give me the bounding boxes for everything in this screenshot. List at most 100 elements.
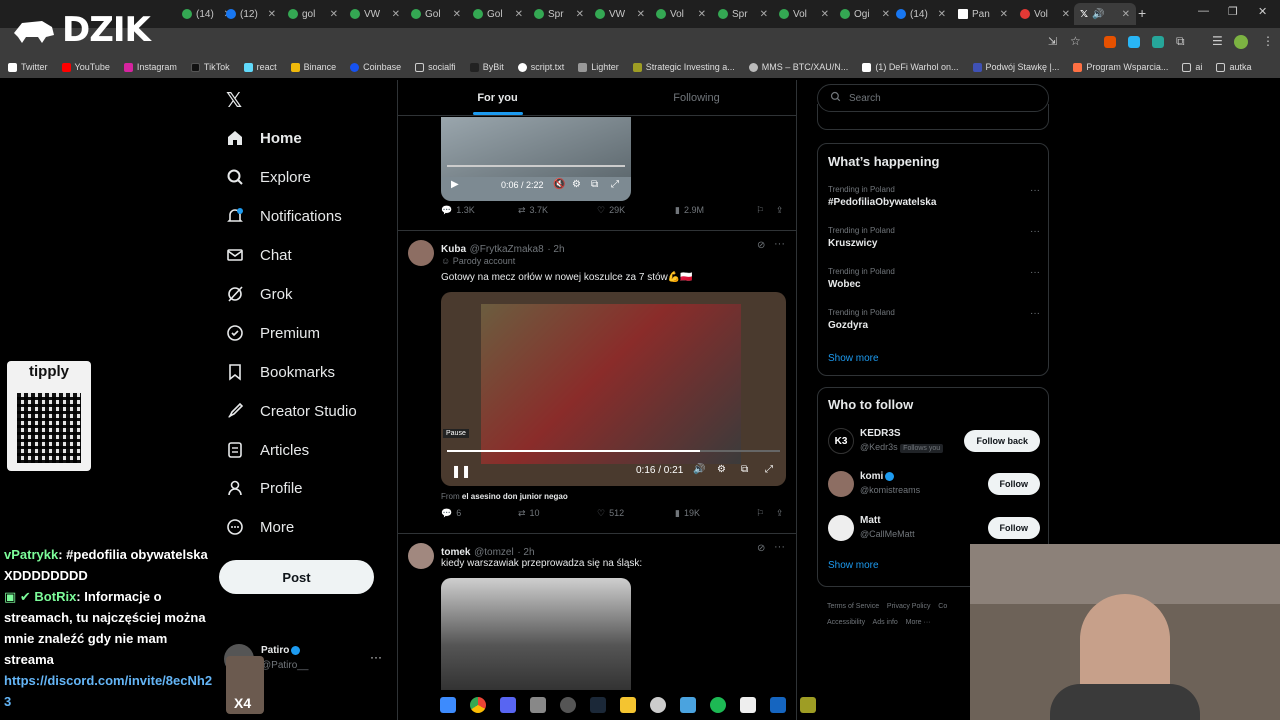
browser-tab[interactable]: (12) ✕ <box>220 3 282 25</box>
close-icon[interactable]: ✕ <box>1000 9 1008 20</box>
edge-icon[interactable] <box>650 697 666 713</box>
pip-icon[interactable]: ⧉ <box>741 464 748 475</box>
browser-tab-active[interactable]: 𝕏 🔊 ✕ <box>1074 3 1136 25</box>
nav-item-profile[interactable]: Profile <box>226 473 303 503</box>
minimize-icon[interactable]: — <box>1198 5 1209 17</box>
account-menu-icon[interactable]: ··· <box>370 650 382 664</box>
browser-tab[interactable]: VW ✕ <box>589 3 651 25</box>
app-icon[interactable] <box>800 697 816 713</box>
nav-item-explore[interactable]: Explore <box>226 162 311 192</box>
post-author-name[interactable]: Kuba <box>441 244 466 255</box>
browser-tab[interactable]: Gol ✕ <box>405 3 467 25</box>
bookmark-folder[interactable]: socialfi <box>415 62 456 72</box>
trend-item[interactable]: Trending in Poland Gozdyra ··· <box>828 308 1040 331</box>
discord-icon[interactable] <box>500 697 516 713</box>
like-button[interactable]: ♡ 29K <box>597 205 625 216</box>
browser-tab[interactable]: gol ✕ <box>282 3 344 25</box>
post-menu-icon[interactable]: ··· <box>774 541 785 553</box>
show-more-link[interactable]: Show more <box>828 353 879 364</box>
trend-item[interactable]: Trending in Poland Wobec ··· <box>828 267 1040 290</box>
nav-item-articles[interactable]: Articles <box>226 435 309 465</box>
close-icon[interactable]: ✕ <box>392 9 400 20</box>
bookmark-item[interactable]: TikTok <box>190 62 230 72</box>
browser-tab[interactable]: Gol ✕ <box>467 3 529 25</box>
bookmark-item[interactable]: (1) DeFi Warhol on... <box>862 62 959 72</box>
video-progress-bar[interactable] <box>447 165 625 167</box>
follow-back-button[interactable]: Follow back <box>964 430 1040 452</box>
trend-item[interactable]: Trending in Poland Kruszwicy ··· <box>828 226 1040 249</box>
app-icon[interactable] <box>680 697 696 713</box>
bookmark-item[interactable]: Twitter <box>8 62 48 72</box>
nav-item-more[interactable]: More <box>226 512 294 542</box>
speaker-icon[interactable]: 🔊 <box>1092 9 1104 20</box>
kebab-menu-icon[interactable]: ⋮ <box>1262 34 1274 48</box>
nav-item-notifications[interactable]: Notifications <box>226 201 342 231</box>
nav-item-grok[interactable]: Grok <box>226 279 293 309</box>
footer-link[interactable]: Privacy Policy <box>887 603 931 610</box>
close-icon[interactable]: ✕ <box>576 9 584 20</box>
bookmark-item[interactable]: MMS – BTC/XAU/N... <box>748 62 848 72</box>
show-more-link[interactable]: Show more <box>828 560 879 571</box>
browser-tab[interactable]: Pan ✕ <box>952 3 1014 25</box>
pause-icon[interactable]: ❚❚ <box>451 464 471 478</box>
video-source-link[interactable]: el asesino don junior negao <box>462 492 568 501</box>
extension-icon[interactable] <box>1152 36 1164 48</box>
grok-icon[interactable]: ⊘ <box>757 240 765 251</box>
app-icon[interactable] <box>740 697 756 713</box>
settings-icon[interactable]: ⚙ <box>572 179 581 190</box>
post-video[interactable]: ▶ 0:06 / 2:22 🔇 ⚙ ⧉ ⤢ <box>441 117 631 201</box>
close-icon[interactable]: ✕ <box>330 9 338 20</box>
bookmark-icon[interactable]: ⚐ <box>756 508 764 519</box>
follow-suggestion[interactable]: Matt @CallMeMatt Follow <box>828 513 1040 543</box>
close-icon[interactable]: ✕ <box>515 9 523 20</box>
app-icon[interactable] <box>530 697 546 713</box>
bookmark-item[interactable]: script.txt <box>517 62 564 72</box>
repost-button[interactable]: ⇄ 10 <box>518 508 540 519</box>
avatar[interactable] <box>408 543 434 569</box>
window-close-icon[interactable]: ✕ <box>1258 5 1267 18</box>
fullscreen-icon[interactable]: ⤢ <box>611 179 619 190</box>
extension-icon[interactable] <box>1128 36 1140 48</box>
close-icon[interactable]: ✕ <box>453 9 461 20</box>
repost-button[interactable]: ⇄ 3.7K <box>518 205 548 216</box>
close-icon[interactable]: ✕ <box>268 9 276 20</box>
browser-tab[interactable]: Vol ✕ <box>1014 3 1076 25</box>
views-button[interactable]: ▮ 2.9M <box>675 205 704 216</box>
spotify-icon[interactable] <box>710 697 726 713</box>
post-author-handle[interactable]: @FrytkaZmaka8 <box>470 244 544 255</box>
steam-icon[interactable] <box>590 697 606 713</box>
browser-tab[interactable]: VW ✕ <box>344 3 406 25</box>
close-icon[interactable]: ✕ <box>698 9 706 20</box>
close-icon[interactable]: ✕ <box>1062 9 1070 20</box>
fullscreen-icon[interactable]: ⤢ <box>765 464 773 475</box>
trend-item[interactable]: Trending in Poland #PedofiliaObywatelska ·… <box>828 185 1040 208</box>
settings-icon[interactable]: ⚙ <box>717 464 726 475</box>
folder-icon[interactable] <box>620 697 636 713</box>
trend-menu-icon[interactable]: ··· <box>1030 226 1040 237</box>
close-icon[interactable]: ✕ <box>938 9 946 20</box>
tab-following[interactable]: Following <box>597 80 796 115</box>
trend-menu-icon[interactable]: ··· <box>1030 185 1040 196</box>
bookmark-item[interactable]: Strategic Investing a... <box>632 62 735 72</box>
browser-tab[interactable]: Vol ✕ <box>773 3 835 25</box>
nav-item-bookmarks[interactable]: Bookmarks <box>226 357 335 387</box>
volume-icon[interactable]: 🔊 <box>693 464 705 475</box>
profile-avatar-icon[interactable] <box>1234 35 1248 49</box>
follow-suggestion[interactable]: K3 KEDR3S @Kedr3s Follows you Follow bac… <box>828 426 1040 456</box>
bookmark-item[interactable]: Instagram <box>123 62 177 72</box>
post-video[interactable]: Pause ❚❚ 0:16 / 0:21 🔊 ⚙ ⧉ ⤢ <box>441 292 786 486</box>
post-time[interactable]: · 2h <box>517 547 534 558</box>
extension-icon[interactable] <box>1104 36 1116 48</box>
close-icon[interactable]: ✕ <box>760 9 768 20</box>
browser-tab[interactable]: Vol ✕ <box>650 3 712 25</box>
trend-menu-icon[interactable]: ··· <box>1030 267 1040 278</box>
bookmark-item[interactable]: react <box>243 62 277 72</box>
close-icon[interactable]: ✕ <box>1122 9 1130 20</box>
close-icon[interactable]: ✕ <box>821 9 829 20</box>
follow-button[interactable]: Follow <box>987 517 1040 539</box>
reply-button[interactable]: 💬 1.3K <box>441 205 475 216</box>
post-time[interactable]: · 2h <box>547 244 564 255</box>
close-icon[interactable]: ✕ <box>882 9 890 20</box>
bookmark-folder[interactable]: autka <box>1216 62 1251 72</box>
browser-tab[interactable]: Spr ✕ <box>528 3 590 25</box>
